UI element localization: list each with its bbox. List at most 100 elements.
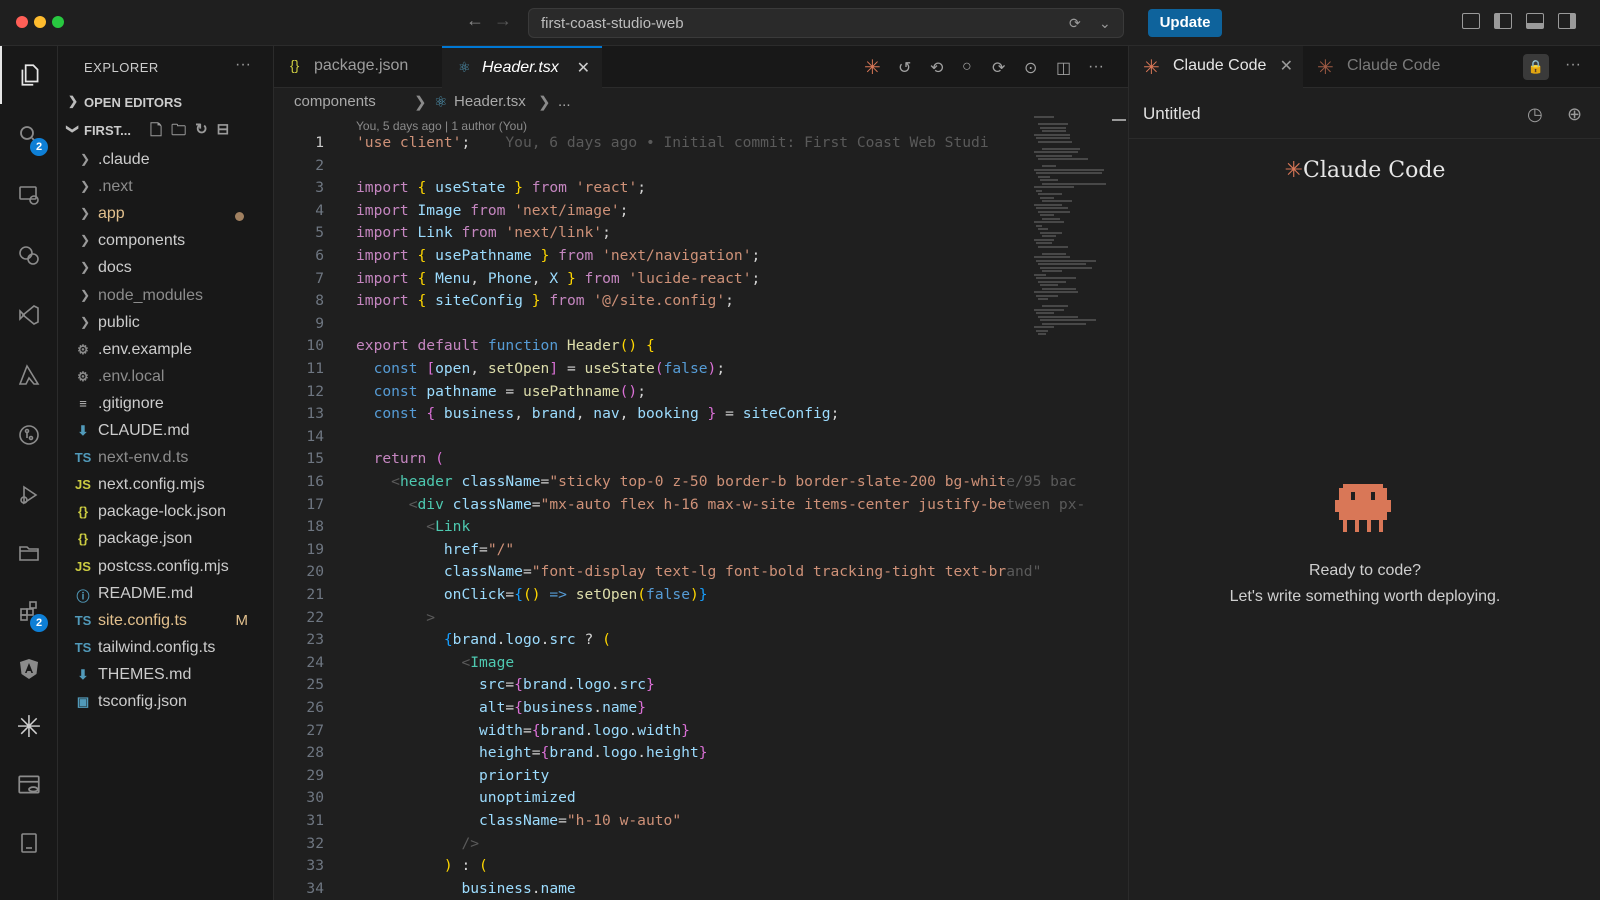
back-arrow-icon[interactable]: ← (466, 10, 484, 31)
workspace-folder-section[interactable]: ❯ FIRST... 🗋 🗀 ↻ ⊟ (58, 118, 274, 144)
breadcrumb-item[interactable]: ... (558, 93, 571, 110)
search-icon[interactable]: 2 (0, 106, 58, 164)
tree-item-next-env-d-ts[interactable]: TS next-env.d.ts (58, 446, 274, 473)
maximize-window-button[interactable] (52, 16, 64, 28)
revert-icon[interactable]: ⟲ (930, 58, 943, 78)
claude-spark-icon[interactable]: ✳ (864, 55, 881, 80)
search-badge: 2 (30, 138, 48, 156)
tree-item-label: app (98, 205, 125, 223)
line-number: 21 (306, 586, 324, 603)
tree-item-claude-md[interactable]: ⬇ CLAUDE.md (58, 419, 274, 446)
tab-package-json[interactable]: {} package.json (274, 46, 440, 88)
history-icon[interactable]: ↺ (898, 58, 911, 78)
tab-label: package.json (314, 57, 409, 74)
tree-item-claude[interactable]: ❯ .claude (58, 148, 274, 175)
command-center[interactable]: first-coast-studio-web ⟳ ⌄ (528, 8, 1124, 38)
close-window-button[interactable] (16, 16, 28, 28)
tab-claude-code-2[interactable]: ✳ Claude Code (1303, 46, 1477, 88)
breadcrumb-item[interactable]: components (294, 93, 376, 110)
tree-item-readme-md[interactable]: ⓘ README.md (58, 582, 274, 609)
tree-item-node-modules[interactable]: ❯ node_modules (58, 284, 274, 311)
minimap-line (1038, 298, 1048, 300)
minimize-window-button[interactable] (34, 16, 46, 28)
open-editors-section[interactable]: ❯ OPEN EDITORS (58, 90, 274, 116)
tree-item-site-config-ts[interactable]: TS site.config.ts M (58, 609, 274, 636)
code-line: 33 ) : ( (274, 857, 1034, 880)
minimap-line (1038, 228, 1048, 230)
code-editor[interactable]: You, 5 days ago | 1 author (You) 1'use c… (274, 116, 1128, 900)
minimap-line (1042, 235, 1056, 237)
empty-state-subtitle: Let's write something worth deploying. (1229, 588, 1501, 605)
tree-item-package-json[interactable]: {} package.json (58, 527, 274, 554)
debug-icon[interactable] (0, 466, 58, 524)
previous-change-icon[interactable]: ○ (962, 58, 972, 76)
forward-arrow-icon[interactable]: → (494, 10, 512, 31)
folder-icon[interactable] (0, 524, 58, 582)
minimap[interactable] (1030, 116, 1110, 356)
tree-item-package-lock-json[interactable]: {} package-lock.json (58, 500, 274, 527)
tab-claude-code[interactable]: ✳ Claude Code ✕ (1129, 46, 1303, 88)
remote-explorer-icon[interactable] (0, 166, 58, 224)
extensions-icon[interactable]: 2 (0, 582, 58, 640)
toggle-secondary-sidebar-icon[interactable] (1558, 13, 1576, 29)
react-file-icon: ⚛ (434, 94, 448, 111)
chevron-down-icon[interactable]: ⌄ (1099, 15, 1111, 32)
tree-item-env-example[interactable]: ⚙ .env.example (58, 338, 274, 365)
azure-icon[interactable] (0, 346, 58, 404)
tree-item-next-config-mjs[interactable]: JS next.config.mjs (58, 473, 274, 500)
tree-item-app[interactable]: ❯ app (58, 202, 274, 229)
minimap-line (1034, 273, 1046, 276)
history-icon[interactable]: ◷ (1527, 104, 1543, 125)
more-actions-icon[interactable]: ··· (235, 56, 251, 74)
code-line: 6 import { usePathname } from 'next/navig… (274, 247, 1034, 270)
notebook-icon[interactable] (0, 814, 58, 872)
vs-icon[interactable] (0, 286, 58, 344)
tree-item-next[interactable]: ❯ .next (58, 175, 274, 202)
tree-item-tsconfig-json[interactable]: ▣ tsconfig.json (58, 690, 274, 717)
more-actions-icon[interactable]: ··· (1565, 56, 1581, 74)
explorer-icon[interactable] (0, 46, 58, 104)
update-button[interactable]: Update (1148, 9, 1222, 37)
git-icon[interactable] (0, 406, 58, 464)
timeline-icon[interactable] (0, 226, 58, 284)
close-icon[interactable]: ✕ (1280, 56, 1293, 76)
tree-item-docs[interactable]: ❯ docs (58, 256, 274, 283)
minimap-line (1042, 147, 1080, 150)
toggle-panel-icon[interactable] (1526, 13, 1544, 29)
chevron-right-icon: ❯ (80, 206, 91, 221)
new-file-icon[interactable]: 🗋 (150, 120, 162, 145)
tree-item-tailwind-config-ts[interactable]: TS tailwind.config.ts (58, 636, 274, 663)
next-change-icon[interactable]: ⟳ (992, 58, 1005, 78)
collapse-all-icon[interactable]: ⊟ (217, 120, 230, 145)
copilot-chat-icon[interactable]: ⟳ (1069, 15, 1081, 32)
close-icon[interactable]: ✕ (577, 58, 590, 78)
refresh-icon[interactable]: ↻ (195, 120, 208, 145)
new-chat-icon[interactable]: ⊕ (1567, 104, 1582, 125)
tree-item-gitignore[interactable]: ≡ .gitignore (58, 392, 274, 419)
tree-item-public[interactable]: ❯ public (58, 311, 274, 338)
customize-layout-icon[interactable] (1462, 13, 1480, 29)
code-line: 1'use client'; You, 6 days ago • Initial… (274, 134, 1034, 157)
tree-item-themes-md[interactable]: ⬇ THEMES.md (58, 663, 274, 690)
scrollbar-indicator[interactable] (1112, 119, 1126, 121)
split-editor-icon[interactable]: ◫ (1056, 58, 1071, 78)
line-number: 26 (306, 699, 324, 716)
angular-icon[interactable] (0, 640, 58, 698)
database-icon[interactable] (0, 756, 58, 814)
tree-item-label: .gitignore (98, 394, 164, 412)
toggle-sidebar-icon[interactable] (1494, 13, 1512, 29)
git-compare-icon[interactable]: ⊙ (1024, 58, 1037, 78)
claude-spark-icon[interactable]: ✳ (0, 698, 58, 756)
tab-header-tsx[interactable]: ⚛ Header.tsx ✕ (442, 46, 602, 88)
new-folder-icon[interactable]: 🗀 (171, 120, 186, 145)
blame-header[interactable]: You, 5 days ago | 1 author (You) (356, 119, 527, 133)
minimap-line (1040, 231, 1062, 234)
json-file-icon: {} (77, 531, 89, 547)
tree-item-env-local[interactable]: ⚙ .env.local (58, 365, 274, 392)
tree-item-postcss-config-mjs[interactable]: JS postcss.config.mjs (58, 555, 274, 582)
more-actions-icon[interactable]: ··· (1088, 58, 1104, 76)
breadcrumb-item[interactable]: Header.tsx (454, 93, 526, 110)
tree-item-label: node_modules (98, 286, 203, 304)
tree-item-components[interactable]: ❯ components (58, 229, 274, 256)
lock-icon[interactable]: 🔒 (1523, 54, 1549, 80)
